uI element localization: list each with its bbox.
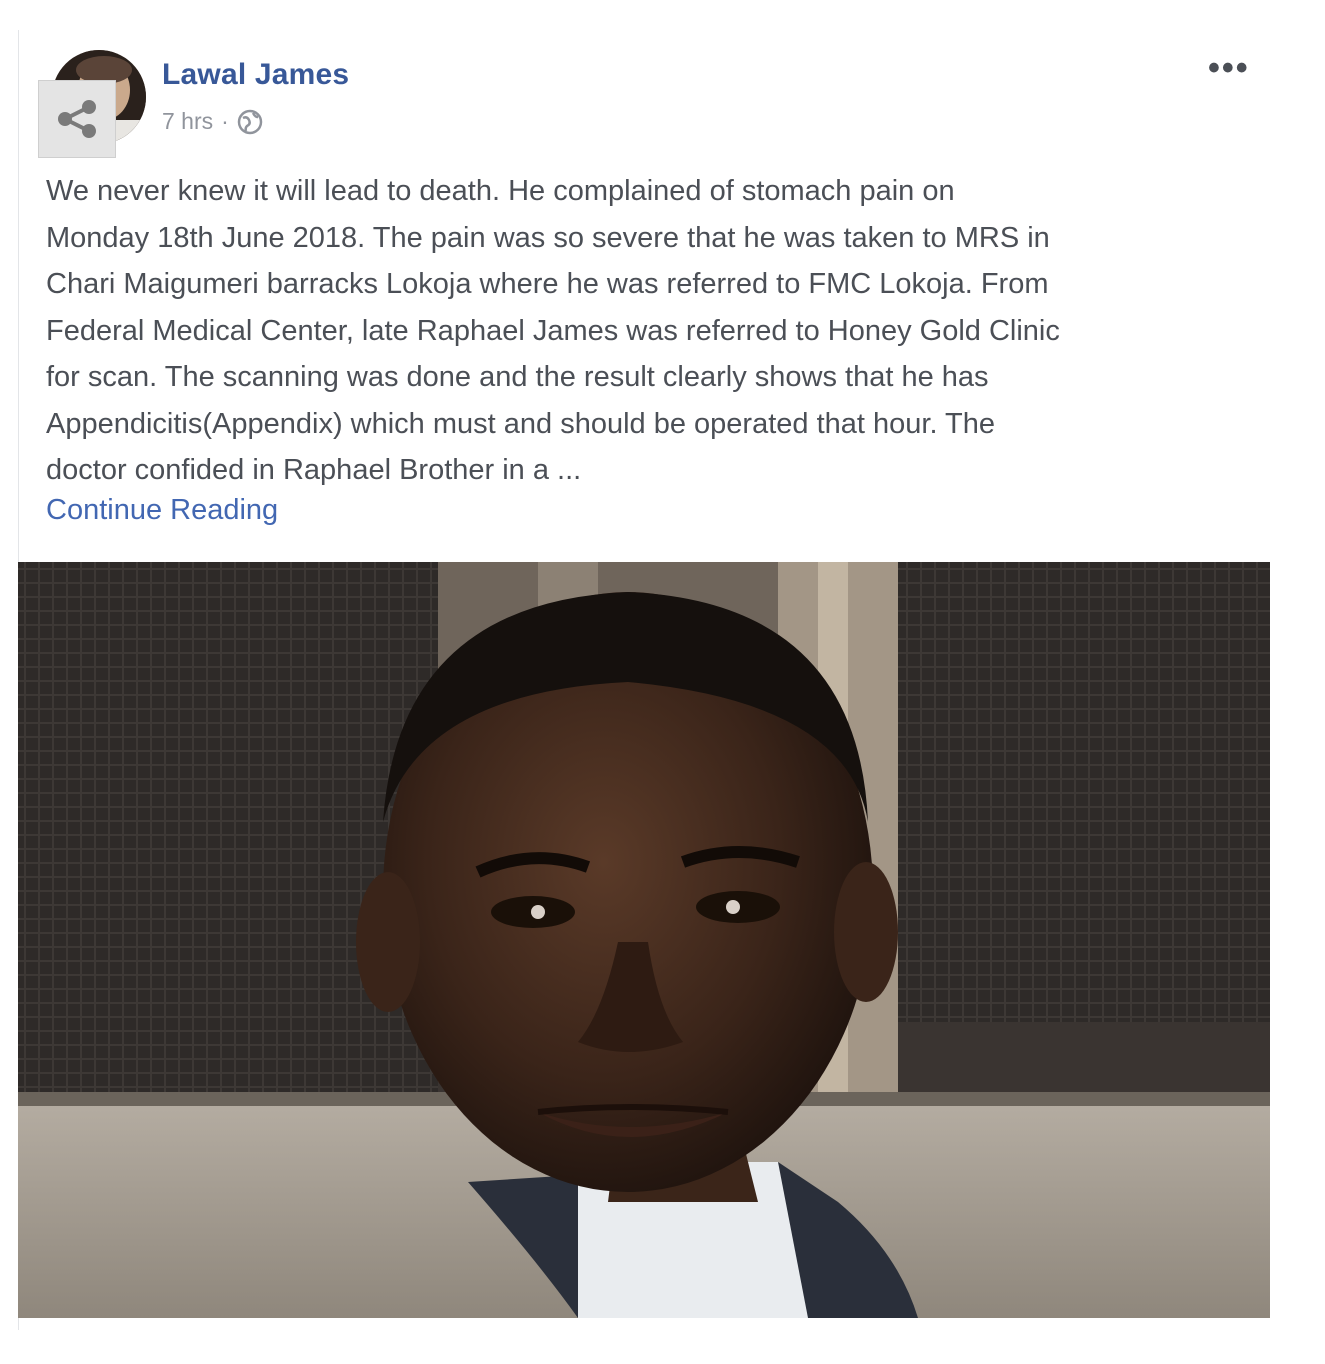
post-meta: 7 hrs · xyxy=(162,108,263,135)
share-icon xyxy=(58,100,96,138)
meta-separator: · xyxy=(221,108,229,134)
continue-reading-link[interactable]: Continue Reading xyxy=(46,494,278,527)
post-timestamp[interactable]: 7 hrs xyxy=(162,108,213,135)
more-options-button[interactable]: ••• xyxy=(1208,51,1250,85)
share-button[interactable] xyxy=(38,80,116,158)
post-photo[interactable] xyxy=(18,562,1270,1318)
author-name[interactable]: Lawal James xyxy=(162,58,349,92)
globe-icon[interactable] xyxy=(237,109,263,135)
photo-image xyxy=(18,562,1270,1318)
post-body-text: We never knew it will lead to death. He … xyxy=(46,175,1060,486)
